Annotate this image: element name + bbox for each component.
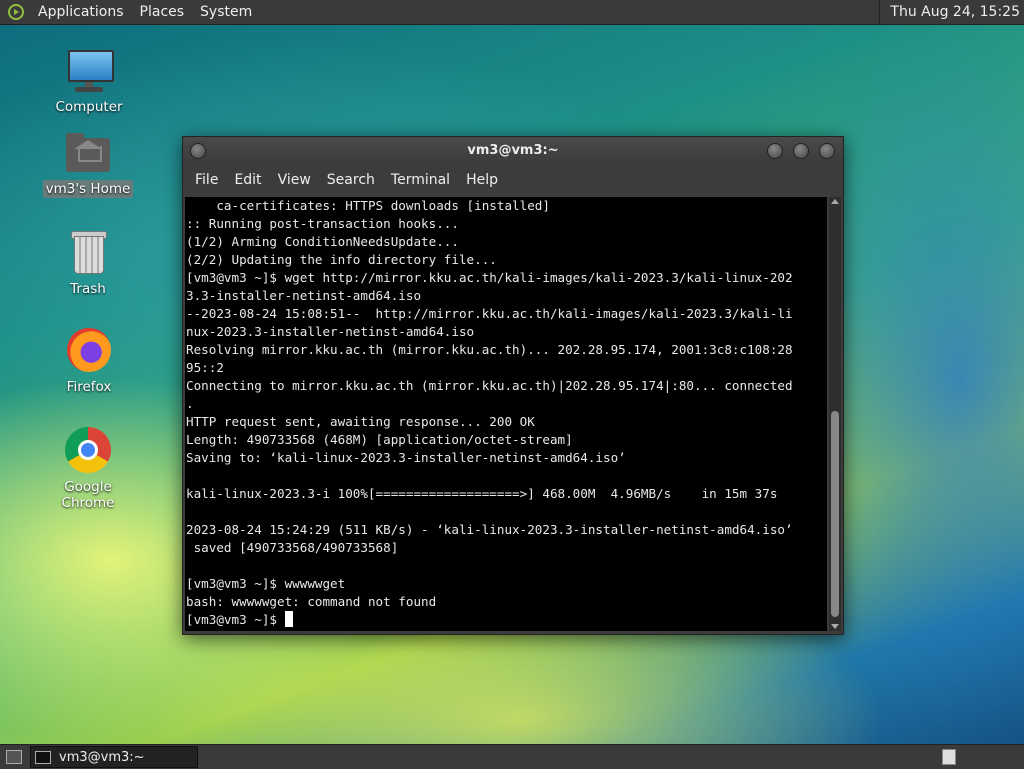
terminal-line: (2/2) Updating the info directory file..… — [186, 252, 497, 267]
desktop-icon-label: Google Chrome — [61, 479, 115, 511]
terminal-line: bash: wwwwwget: command not found — [186, 594, 437, 609]
terminal-line: Length: 490733568 (468M) [application/oc… — [186, 432, 573, 447]
workspace-switcher-icon[interactable] — [942, 749, 956, 765]
terminal-prompt-line: [vm3@vm3 ~]$ — [185, 611, 827, 629]
terminal-icon — [35, 750, 51, 764]
menu-applications[interactable]: Applications — [30, 4, 132, 20]
terminal-line: [vm3@vm3 ~]$ wwwwwget — [186, 576, 346, 591]
terminal-line: saved [490733568/490733568] — [186, 540, 399, 555]
terminal-line: (1/2) Arming ConditionNeedsUpdate... — [186, 234, 459, 249]
menu-edit[interactable]: Edit — [226, 172, 269, 188]
desktop-icon-label: Trash — [70, 281, 106, 297]
taskbar-item-terminal[interactable]: vm3@vm3:~ — [30, 746, 198, 768]
terminal-line: . — [186, 396, 194, 411]
top-panel: Applications Places System Thu Aug 24, 1… — [0, 0, 1024, 25]
scroll-up-icon[interactable] — [831, 199, 839, 204]
trash-icon — [64, 228, 112, 276]
minimize-icon[interactable] — [767, 143, 783, 159]
desktop-icon-label: vm3's Home — [42, 180, 134, 198]
terminal-line: ca-certificates: HTTPS downloads [instal… — [186, 198, 550, 213]
menu-file[interactable]: File — [187, 172, 226, 188]
menu-terminal[interactable]: Terminal — [383, 172, 458, 188]
menu-system[interactable]: System — [192, 4, 260, 20]
window-titlebar[interactable]: vm3@vm3:~ — [183, 137, 843, 165]
bottom-panel: vm3@vm3:~ — [0, 744, 1024, 769]
desktop-icon-trash[interactable]: Trash — [38, 228, 138, 298]
terminal-line: HTTP request sent, awaiting response... … — [186, 414, 535, 429]
menu-help[interactable]: Help — [458, 172, 506, 188]
close-icon[interactable] — [819, 143, 835, 159]
mate-logo-icon[interactable] — [8, 4, 24, 20]
terminal-line: Resolving mirror.kku.ac.th (mirror.kku.a… — [186, 342, 793, 357]
desktop-icon-label: Computer — [55, 99, 123, 115]
scroll-down-icon[interactable] — [831, 624, 839, 629]
firefox-icon — [65, 326, 113, 374]
window-title: vm3@vm3:~ — [467, 143, 559, 158]
menu-places[interactable]: Places — [132, 4, 193, 20]
desktop-icon-chrome[interactable]: Google Chrome — [38, 426, 138, 512]
terminal-scrollbar[interactable] — [829, 197, 841, 631]
terminal-line: :: Running post-transaction hooks... — [186, 216, 459, 231]
terminal-line: 2023-08-24 15:24:29 (511 KB/s) - ‘kali-l… — [186, 522, 793, 537]
text-cursor — [284, 611, 293, 627]
computer-icon — [65, 46, 114, 94]
scrollbar-thumb[interactable] — [831, 411, 839, 617]
terminal-prompt: [vm3@vm3 ~]$ — [186, 612, 285, 627]
terminal-line: nux-2023.3-installer-netinst-amd64.iso — [186, 324, 475, 339]
terminal-line: kali-linux-2023.3-i 100%[===============… — [186, 486, 778, 501]
terminal-line: 95::2 — [186, 360, 224, 375]
show-desktop-icon[interactable] — [6, 750, 22, 764]
maximize-icon[interactable] — [793, 143, 809, 159]
desktop-icon-computer[interactable]: Computer — [39, 46, 139, 116]
terminal-line: Connecting to mirror.kku.ac.th (mirror.k… — [186, 378, 793, 393]
chrome-icon — [64, 426, 112, 474]
home-folder-icon — [64, 128, 112, 176]
terminal-output[interactable]: ca-certificates: HTTPS downloads [instal… — [185, 197, 827, 631]
terminal-line: 3.3-installer-netinst-amd64.iso — [186, 288, 422, 303]
terminal-line: --2023-08-24 15:08:51-- http://mirror.kk… — [186, 306, 793, 321]
terminal-line: [vm3@vm3 ~]$ wget http://mirror.kku.ac.t… — [186, 270, 793, 285]
terminal-window: vm3@vm3:~ File Edit View Search Terminal… — [182, 136, 844, 635]
terminal-menubar: File Edit View Search Terminal Help — [183, 165, 843, 195]
terminal-line: Saving to: ‘kali-linux-2023.3-installer-… — [186, 450, 626, 465]
desktop-icon-firefox[interactable]: Firefox — [39, 326, 139, 396]
desktop-icon-label: Firefox — [66, 379, 112, 395]
clock[interactable]: Thu Aug 24, 15:25 — [879, 0, 1020, 24]
menu-search[interactable]: Search — [319, 172, 383, 188]
desktop-icon-home[interactable]: vm3's Home — [38, 128, 138, 198]
menu-view[interactable]: View — [270, 172, 319, 188]
taskbar-item-label: vm3@vm3:~ — [59, 749, 145, 765]
